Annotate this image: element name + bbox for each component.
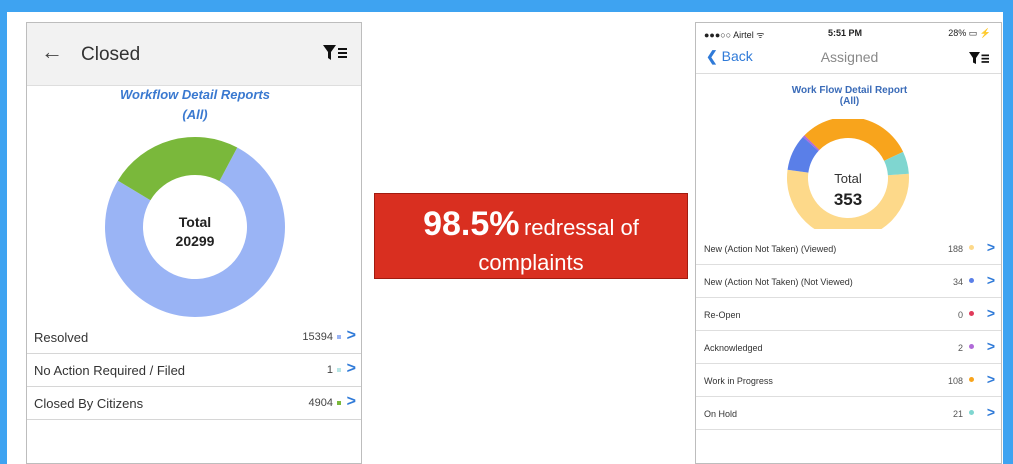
chevron-right-icon[interactable]: > xyxy=(347,393,356,411)
banner-text-1: redressal of xyxy=(523,215,639,240)
list-item-label: On Hold xyxy=(704,409,738,419)
list-item-label: New (Action Not Taken) (Viewed) xyxy=(704,244,837,254)
report-title-filter: (All) xyxy=(839,96,860,107)
chevron-right-icon[interactable]: > xyxy=(987,239,995,255)
report-title-main: Work Flow Detail Report xyxy=(791,85,908,96)
legend-swatch xyxy=(969,245,974,250)
legend-swatch xyxy=(969,344,974,349)
frame-left-border xyxy=(0,0,7,464)
battery-indicator: 28% ▭ ⚡ xyxy=(948,28,991,38)
chevron-right-icon[interactable]: > xyxy=(987,272,995,288)
donut-chart: Total 20299 xyxy=(105,137,285,317)
filter-icon[interactable] xyxy=(969,52,989,70)
closed-header: ← Closed xyxy=(27,23,361,86)
donut-slice xyxy=(804,119,904,161)
donut-total-value: 353 xyxy=(834,190,862,209)
page-title: Closed xyxy=(81,44,141,65)
list-item-count: 4904 xyxy=(308,397,333,409)
chevron-right-icon[interactable]: > xyxy=(987,305,995,321)
legend-swatch xyxy=(969,410,974,415)
list-item-label: Closed By Citizens xyxy=(34,396,144,411)
list-item-count: 1 xyxy=(326,364,333,376)
list-item[interactable]: On Hold 21 > xyxy=(696,397,1001,430)
list-item-count: 15394 xyxy=(302,331,333,343)
closed-report-screen: ← Closed Workflow Detail Reports (All) T… xyxy=(26,22,362,464)
assigned-report-screen: ●●●○○ Airtel ᯤ 5:51 PM 28% ▭ ⚡ ❮ Back As… xyxy=(695,22,1002,464)
arrow-left-icon[interactable]: ← xyxy=(41,39,63,65)
chevron-right-icon[interactable]: > xyxy=(987,371,995,387)
donut-chart: Total 353 xyxy=(787,119,909,229)
list-item-count: 21 xyxy=(952,409,963,419)
list-item-label: Re-Open xyxy=(704,310,741,320)
banner-line-1: 98.5% redressal of xyxy=(375,205,687,250)
legend-swatch xyxy=(969,377,974,382)
carrier-signal: ●●●○○ Airtel ᯤ xyxy=(704,30,765,40)
legend-swatch xyxy=(337,368,341,372)
list-item[interactable]: New (Action Not Taken) (Not Viewed) 34 > xyxy=(696,265,1001,298)
list-item[interactable]: Resolved 15394 > xyxy=(27,321,361,354)
list-item-count: 108 xyxy=(947,376,963,386)
page-title: Assigned xyxy=(820,49,879,65)
redressal-percent: 98.5% xyxy=(423,205,520,243)
legend-swatch xyxy=(969,311,974,316)
report-title: Workflow Detail Reports (All) xyxy=(27,85,361,125)
list-item-count: 2 xyxy=(957,343,963,353)
list-item[interactable]: Closed By Citizens 4904 > xyxy=(27,387,361,420)
list-item-label: Work in Progress xyxy=(704,376,773,386)
chevron-right-icon[interactable]: > xyxy=(347,327,356,345)
list-item[interactable]: Work in Progress 108 > xyxy=(696,364,1001,397)
list-item-count: 0 xyxy=(957,310,963,320)
redressal-banner: 98.5% redressal of complaints xyxy=(374,193,688,279)
list-item[interactable]: No Action Required / Filed 1 > xyxy=(27,354,361,387)
status-list: New (Action Not Taken) (Viewed) 188 > Ne… xyxy=(696,232,1001,430)
donut-total-label: Total xyxy=(834,171,862,186)
chevron-right-icon[interactable]: > xyxy=(347,360,356,378)
donut-total-label: Total xyxy=(179,214,211,230)
filter-icon[interactable] xyxy=(323,45,347,66)
list-item-label: No Action Required / Filed xyxy=(34,363,186,378)
legend-swatch xyxy=(337,401,341,405)
status-bar: ●●●○○ Airtel ᯤ 5:51 PM 28% ▭ ⚡ xyxy=(696,23,1001,43)
list-item-label: Resolved xyxy=(34,330,89,345)
frame-top-border xyxy=(0,0,1013,12)
chevron-right-icon[interactable]: > xyxy=(987,338,995,354)
donut-total-value: 20299 xyxy=(176,233,215,249)
donut-slice xyxy=(117,137,238,201)
report-title-main: Workflow Detail Reports xyxy=(119,87,270,102)
report-title: Work Flow Detail Report (All) xyxy=(696,85,1001,107)
list-item[interactable]: Re-Open 0 > xyxy=(696,298,1001,331)
legend-swatch xyxy=(337,335,341,339)
list-item-count: 34 xyxy=(952,277,963,287)
status-list: Resolved 15394 > No Action Required / Fi… xyxy=(27,321,361,420)
report-title-filter: (All) xyxy=(182,107,208,122)
nav-bar: ❮ Back Assigned xyxy=(696,43,1001,74)
banner-text-2: complaints xyxy=(478,250,584,275)
list-item-label: Acknowledged xyxy=(704,343,763,353)
list-item-label: New (Action Not Taken) (Not Viewed) xyxy=(704,277,853,287)
chevron-right-icon[interactable]: > xyxy=(987,404,995,420)
list-item-count: 188 xyxy=(947,244,963,254)
list-item[interactable]: Acknowledged 2 > xyxy=(696,331,1001,364)
frame-right-border xyxy=(1003,0,1013,464)
legend-swatch xyxy=(969,278,974,283)
status-time: 5:51 PM xyxy=(828,28,863,38)
list-item[interactable]: New (Action Not Taken) (Viewed) 188 > xyxy=(696,232,1001,265)
